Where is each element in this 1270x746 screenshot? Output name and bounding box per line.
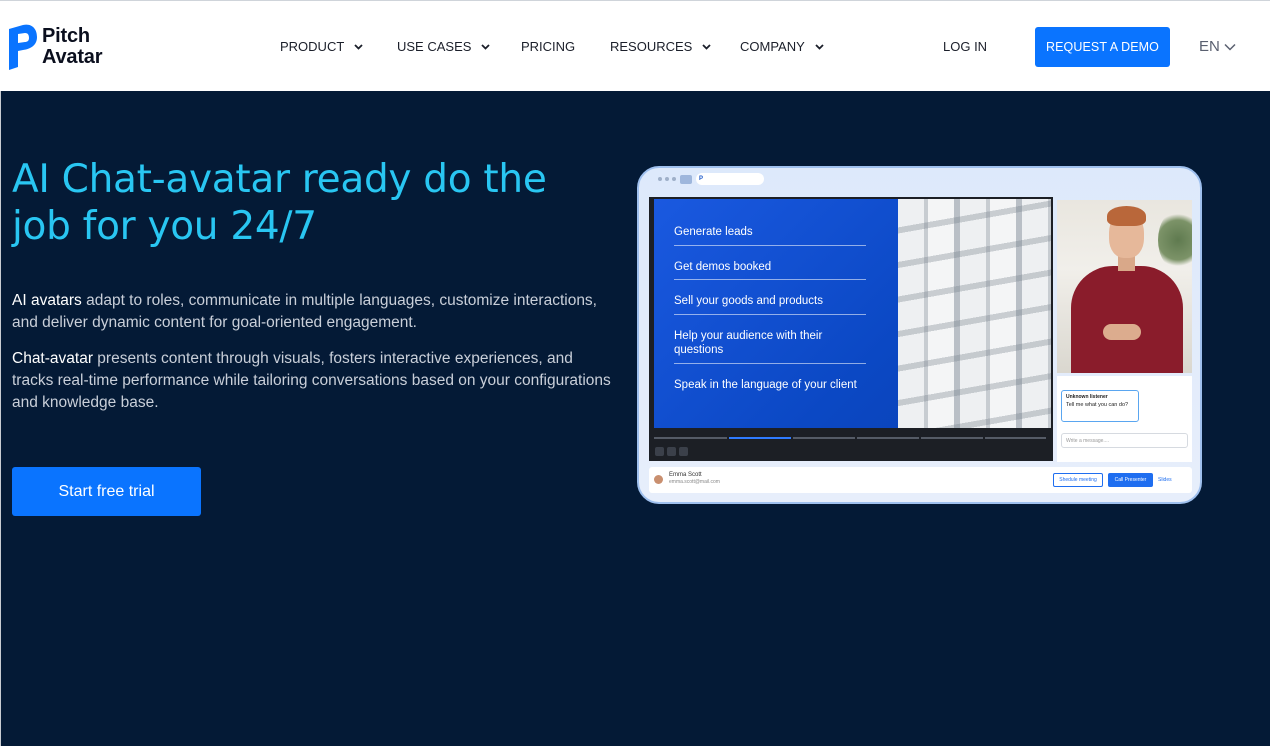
slide-list-item: Help your audience with their questions	[674, 323, 866, 364]
paragraph-highlight: Chat-avatar	[12, 350, 93, 367]
call-presenter-button: Call Presenter	[1108, 473, 1153, 487]
next-icon	[679, 447, 688, 456]
nav-label: USE CASES	[397, 39, 472, 54]
slide-list-item: Speak in the language of your client	[674, 378, 857, 391]
chevron-down-icon	[702, 43, 711, 50]
chat-sender: Unknown listener	[1066, 394, 1108, 400]
chevron-down-icon	[481, 43, 491, 50]
nav-label: PRODUCT	[280, 39, 345, 54]
hero-section: AI Chat-avatar ready do the job for you …	[0, 91, 1270, 746]
logo-mark-icon	[9, 24, 37, 70]
paragraph-text: presents content through visuals, foster…	[12, 350, 611, 411]
language-selector[interactable]: EN	[1199, 38, 1236, 55]
presentation-player: Generate leads Get demos booked Sell you…	[649, 197, 1053, 461]
pitch-avatar-logo[interactable]: Pitch Avatar	[6, 23, 116, 71]
slide-benefits-list: Generate leads Get demos booked Sell you…	[674, 219, 866, 397]
nav-label: PRICING	[521, 39, 576, 54]
avatar-sweater	[1071, 266, 1183, 373]
login-link[interactable]: LOG IN	[943, 39, 987, 54]
avatar-hair	[1107, 206, 1146, 226]
logo-word-pitch: Pitch	[42, 25, 90, 47]
top-navigation-bar: Pitch Avatar PRODUCT USE CASES PRICING R…	[0, 0, 1270, 91]
play-icon	[667, 447, 676, 456]
logo-word-avatar: Avatar	[42, 46, 103, 68]
presenter-avatar	[654, 475, 663, 484]
presenter-email: emma.scott@mail.com	[669, 479, 720, 485]
hero-title: AI Chat-avatar ready do the job for you …	[12, 157, 547, 249]
pitch-logo-icon: P	[699, 176, 704, 182]
slide-progress-bar	[654, 437, 1046, 439]
chevron-down-icon	[815, 43, 824, 50]
progress-fill	[727, 437, 791, 439]
chevron-down-icon	[354, 43, 363, 50]
window-dots-icon	[658, 177, 676, 181]
request-demo-button[interactable]: REQUEST A DEMO	[1035, 27, 1170, 67]
chevron-down-icon	[1224, 43, 1236, 51]
mockup-address-bar: P	[696, 173, 764, 185]
chat-bubble: Unknown listener Tell me what you can do…	[1061, 390, 1139, 422]
presentation-slide: Generate leads Get demos booked Sell you…	[654, 199, 1051, 428]
avatar-video	[1057, 200, 1192, 373]
slide-list-item: Get demos booked	[674, 254, 866, 280]
progress-divider	[919, 437, 921, 439]
player-controls	[655, 447, 688, 456]
nav-item-resources[interactable]: RESOURCES	[610, 39, 711, 54]
chat-message: Tell me what you can do?	[1066, 402, 1129, 408]
avatar-hands	[1103, 324, 1141, 340]
slide-list-item: Sell your goods and products	[674, 288, 866, 315]
progress-divider	[855, 437, 857, 439]
logo-wordmark: Pitch Avatar	[42, 25, 103, 68]
start-free-trial-button[interactable]: Start free trial	[12, 467, 201, 516]
nav-item-product[interactable]: PRODUCT	[280, 39, 363, 54]
nav-label: COMPANY	[740, 39, 805, 54]
architecture-image	[898, 199, 1051, 428]
progress-divider	[983, 437, 985, 439]
paragraph-highlight: AI avatars	[12, 292, 82, 309]
presenter-bar: Emma Scott emma.scott@mail.com Shedule m…	[649, 467, 1192, 493]
language-label: EN	[1199, 38, 1220, 55]
presenter-name: Emma Scott	[669, 472, 702, 478]
browser-tab-icon	[680, 175, 692, 184]
progress-divider	[791, 437, 793, 439]
product-mockup: P Generate leads Get demos booked Sell y…	[637, 166, 1202, 504]
progress-divider	[727, 437, 729, 439]
slide-list-item: Generate leads	[674, 219, 866, 246]
chat-panel: Unknown listener Tell me what you can do…	[1057, 376, 1192, 462]
nav-item-company[interactable]: COMPANY	[740, 39, 824, 54]
prev-icon	[655, 447, 664, 456]
message-input: Write a message....	[1061, 433, 1188, 448]
nav-label: RESOURCES	[610, 39, 693, 54]
schedule-meeting-button: Shedule meeting	[1053, 473, 1103, 487]
plant-background	[1158, 210, 1192, 270]
nav-item-pricing[interactable]: PRICING	[521, 39, 575, 54]
nav-item-use-cases[interactable]: USE CASES	[397, 39, 491, 54]
paragraph-text: adapt to roles, communicate in multiple …	[12, 292, 597, 331]
hero-paragraph-avatars: AI avatars adapt to roles, communicate i…	[12, 290, 612, 334]
hero-paragraph-chat-avatar: Chat-avatar presents content through vis…	[12, 348, 612, 414]
slides-dropdown: Slides	[1158, 477, 1172, 483]
